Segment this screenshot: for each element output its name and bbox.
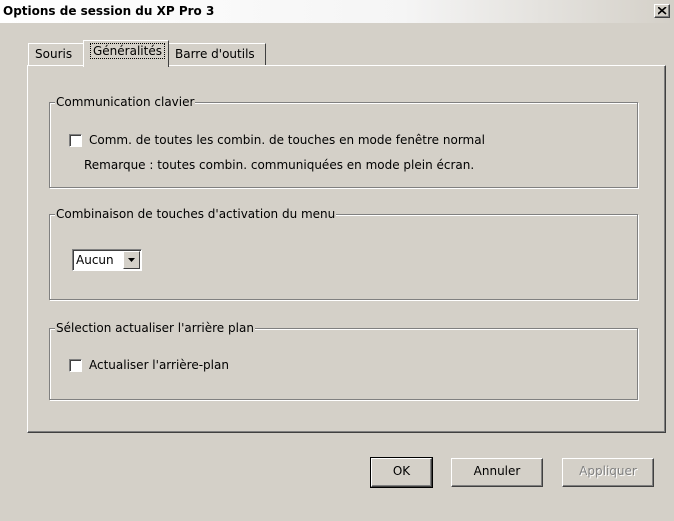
cancel-button[interactable]: Annuler <box>451 458 543 487</box>
tab-generalites[interactable]: Généralités <box>83 40 169 67</box>
group-keyboard-communication: Communication clavier Comm. de toutes le… <box>49 95 638 188</box>
group-title: Communication clavier <box>55 95 196 109</box>
button-label: Appliquer <box>579 464 637 478</box>
fullscreen-note: Remarque : toutes combin. communiquées e… <box>84 158 475 172</box>
menu-keys-select[interactable]: Aucun <box>72 249 142 271</box>
window-title: Options de session du XP Pro 3 <box>3 4 215 18</box>
apply-button[interactable]: Appliquer <box>562 458 654 487</box>
checkbox-label[interactable]: Comm. de toutes les combin. de touches e… <box>89 133 485 147</box>
tab-souris[interactable]: Souris <box>28 43 84 65</box>
select-value: Aucun <box>76 253 114 267</box>
group-background-refresh: Sélection actualiser l'arrière plan Actu… <box>49 321 638 400</box>
tab-label: Souris <box>35 47 73 61</box>
group-title: Sélection actualiser l'arrière plan <box>55 321 255 335</box>
refresh-background-checkbox[interactable] <box>69 359 82 372</box>
button-label: Annuler <box>473 464 521 478</box>
chevron-down-icon <box>128 258 135 262</box>
tab-panel-generalites: Communication clavier Comm. de toutes le… <box>27 65 666 433</box>
group-title: Combinaison de touches d'activation du m… <box>55 207 337 221</box>
tab-label: Barre d'outils <box>175 47 255 61</box>
ok-button[interactable]: OK <box>370 457 433 488</box>
checkbox-label[interactable]: Actualiser l'arrière-plan <box>89 358 229 372</box>
dropdown-button[interactable] <box>123 251 140 269</box>
tab-barre-outils[interactable]: Barre d'outils <box>168 43 266 65</box>
group-menu-activation-keys: Combinaison de touches d'activation du m… <box>49 207 638 300</box>
tab-label: Généralités <box>90 43 165 59</box>
close-icon <box>658 7 667 15</box>
title-bar[interactable]: Options de session du XP Pro 3 <box>0 0 674 23</box>
close-button[interactable] <box>654 4 670 18</box>
button-label: OK <box>392 464 411 478</box>
all-key-combinations-checkbox[interactable] <box>69 134 82 147</box>
session-options-dialog: Options de session du XP Pro 3 Souris Gé… <box>0 0 674 521</box>
